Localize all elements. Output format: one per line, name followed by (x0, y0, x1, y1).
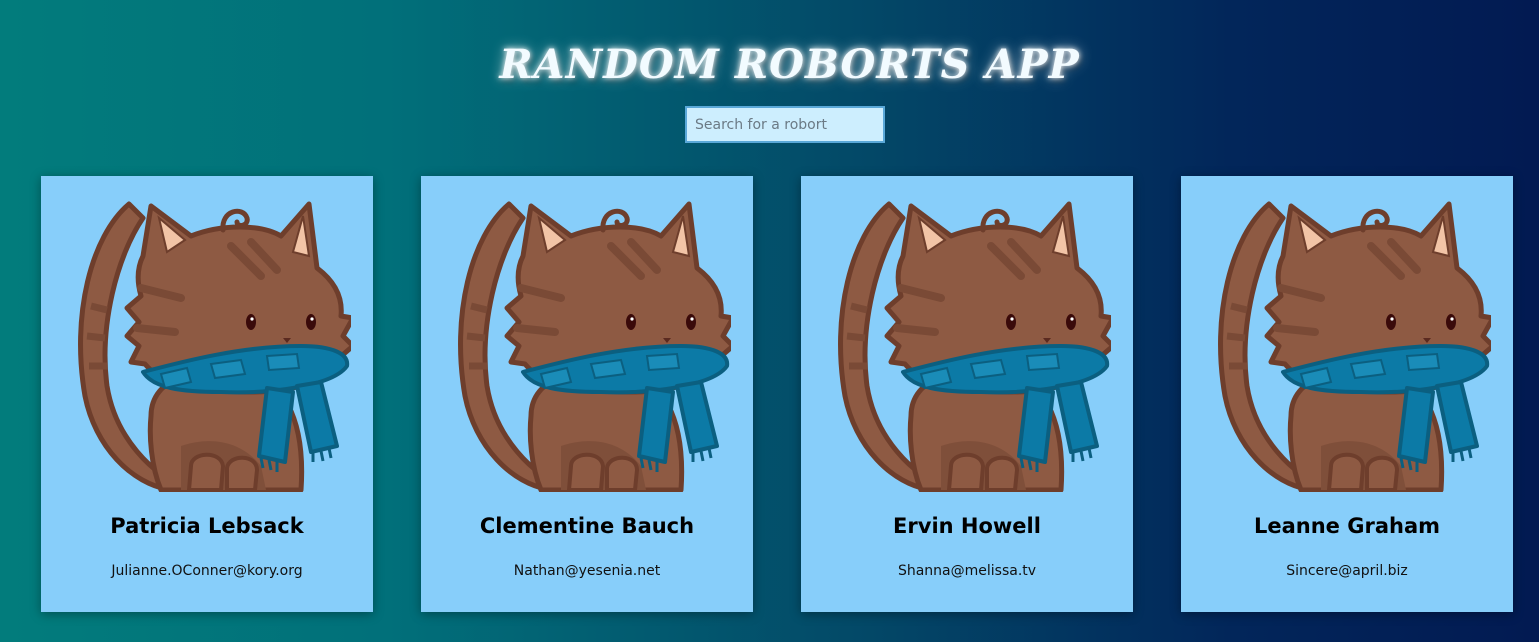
robort-card[interactable]: Clementine Bauch Nathan@yesenia.net (421, 176, 753, 612)
robort-name: Patricia Lebsack (110, 514, 304, 538)
robort-email: Nathan@yesenia.net (513, 563, 661, 579)
robort-name: Leanne Graham (1253, 514, 1441, 538)
app-title: RANDOM ROBORTS APP (499, 40, 1080, 88)
robort-name: Ervin Howell (893, 514, 1041, 538)
robort-name: Clementine Bauch (479, 514, 695, 538)
robort-email: Sincere@april.biz (1286, 563, 1408, 579)
cat-with-scarf-icon (1211, 196, 1496, 493)
robort-card[interactable]: Leanne Graham Sincere@april.biz (1181, 176, 1513, 612)
cat-with-scarf-icon (71, 196, 356, 493)
search-input[interactable] (685, 106, 885, 143)
cat-with-scarf-icon (831, 196, 1116, 493)
robort-email: Julianne.OConner@kory.org (111, 563, 303, 579)
robort-card[interactable]: Ervin Howell Shanna@melissa.tv (801, 176, 1133, 612)
robort-email: Shanna@melissa.tv (897, 563, 1037, 579)
cat-with-scarf-icon (451, 196, 736, 493)
robort-card[interactable]: Patricia Lebsack Julianne.OConner@kory.or… (41, 176, 373, 612)
